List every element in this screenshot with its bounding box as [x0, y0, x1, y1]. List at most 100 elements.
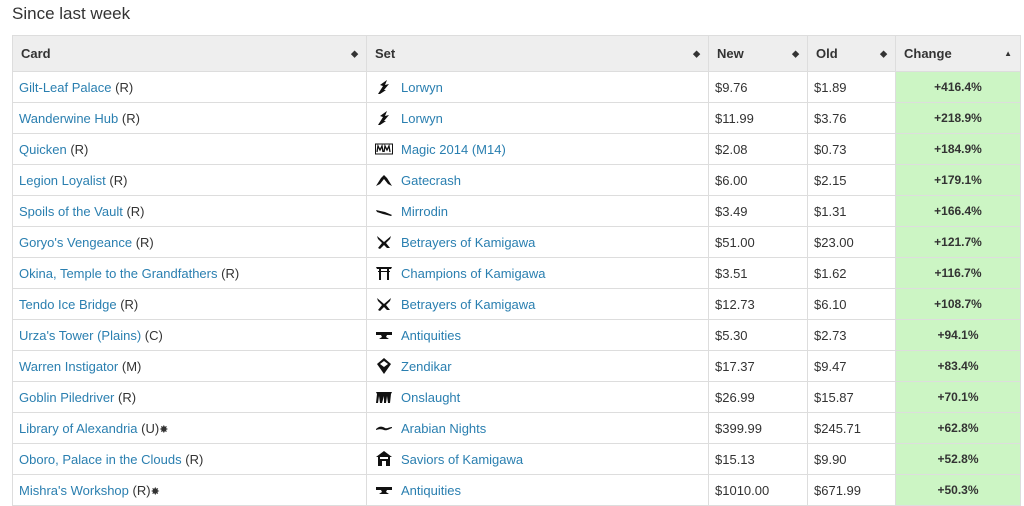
table-row: Okina, Temple to the Grandfathers (R) Ch…	[12, 257, 1021, 289]
rarity-label: (R)	[132, 482, 151, 498]
column-header-set[interactable]: Set ◆	[366, 35, 709, 72]
set-cell: Gatecrash	[366, 164, 709, 196]
change-cell: +94.1%	[895, 319, 1021, 351]
change-cell: +62.8%	[895, 412, 1021, 444]
set-link[interactable]: Zendikar	[401, 359, 452, 374]
set-link[interactable]: Lorwyn	[401, 111, 443, 126]
card-link[interactable]: Library of Alexandria	[19, 421, 138, 436]
new-price-cell: $12.73	[708, 288, 808, 320]
sort-ascending-icon: ▲	[1004, 48, 1012, 58]
column-header-label: Change	[904, 46, 952, 61]
new-price-cell: $399.99	[708, 412, 808, 444]
card-link[interactable]: Warren Instigator	[19, 359, 118, 374]
change-cell: +116.7%	[895, 257, 1021, 289]
change-cell: +70.1%	[895, 381, 1021, 413]
table-row: Goblin Piledriver (R) Onslaught $26.99 $…	[12, 381, 1021, 413]
card-link[interactable]: Legion Loyalist	[19, 173, 106, 188]
card-link[interactable]: Urza's Tower (Plains)	[19, 328, 141, 343]
rarity-label: (M)	[121, 358, 142, 374]
change-cell: +83.4%	[895, 350, 1021, 382]
set-link[interactable]: Arabian Nights	[401, 421, 486, 436]
betrayers-icon	[375, 296, 393, 312]
column-header-change[interactable]: Change ▲	[895, 35, 1021, 72]
old-price-cell: $9.47	[807, 350, 896, 382]
set-cell: Saviors of Kamigawa	[366, 443, 709, 475]
gatecrash-icon	[375, 172, 393, 188]
card-link[interactable]: Goryo's Vengeance	[19, 235, 132, 250]
card-cell: Goblin Piledriver (R)	[12, 381, 367, 413]
set-cell: Onslaught	[366, 381, 709, 413]
lorwyn-icon	[375, 110, 393, 126]
card-link[interactable]: Tendo Ice Bridge	[19, 297, 117, 312]
old-price-cell: $15.87	[807, 381, 896, 413]
lorwyn-icon	[375, 79, 393, 95]
card-link[interactable]: Goblin Piledriver	[19, 390, 114, 405]
set-link[interactable]: Betrayers of Kamigawa	[401, 297, 535, 312]
sort-icon: ◆	[693, 48, 700, 58]
card-cell: Goryo's Vengeance (R)	[12, 226, 367, 258]
column-header-card[interactable]: Card ◆	[12, 35, 367, 72]
old-price-cell: $0.73	[807, 133, 896, 165]
price-change-table: Card ◆ Set ◆ New ◆ Old ◆ Change ▲ Gilt-L	[12, 35, 1021, 506]
card-cell: Library of Alexandria (U)✸	[12, 412, 367, 444]
rarity-label: (R)	[115, 79, 134, 95]
rarity-label: (R)	[135, 234, 154, 250]
set-cell: Betrayers of Kamigawa	[366, 288, 709, 320]
set-cell: Champions of Kamigawa	[366, 257, 709, 289]
set-link[interactable]: Champions of Kamigawa	[401, 266, 546, 281]
column-header-label: New	[717, 46, 744, 61]
card-link[interactable]: Spoils of the Vault	[19, 204, 123, 219]
set-link[interactable]: Mirrodin	[401, 204, 448, 219]
card-link[interactable]: Wanderwine Hub	[19, 111, 118, 126]
column-header-old[interactable]: Old ◆	[807, 35, 896, 72]
table-row: Tendo Ice Bridge (R) Betrayers of Kamiga…	[12, 288, 1021, 320]
new-price-cell: $3.51	[708, 257, 808, 289]
set-link[interactable]: Antiquities	[401, 328, 461, 343]
new-price-cell: $51.00	[708, 226, 808, 258]
zendikar-icon	[375, 358, 393, 374]
change-cell: +416.4%	[895, 71, 1021, 103]
rarity-label: (R)	[120, 296, 139, 312]
antiquities-icon	[375, 327, 393, 343]
set-link[interactable]: Antiquities	[401, 483, 461, 498]
set-link[interactable]: Onslaught	[401, 390, 460, 405]
old-price-cell: $2.15	[807, 164, 896, 196]
card-link[interactable]: Okina, Temple to the Grandfathers	[19, 266, 217, 281]
card-cell: Gilt-Leaf Palace (R)	[12, 71, 367, 103]
new-price-cell: $6.00	[708, 164, 808, 196]
change-cell: +179.1%	[895, 164, 1021, 196]
card-link[interactable]: Quicken	[19, 142, 67, 157]
arabian-nights-icon	[375, 420, 393, 436]
set-cell: Zendikar	[366, 350, 709, 382]
set-cell: Magic 2014 (M14)	[366, 133, 709, 165]
rarity-label: (C)	[144, 327, 163, 343]
table-row: Wanderwine Hub (R) Lorwyn $11.99 $3.76 +…	[12, 102, 1021, 134]
card-link[interactable]: Gilt-Leaf Palace	[19, 80, 112, 95]
new-price-cell: $11.99	[708, 102, 808, 134]
set-link[interactable]: Saviors of Kamigawa	[401, 452, 523, 467]
set-link[interactable]: Magic 2014 (M14)	[401, 142, 506, 157]
card-link[interactable]: Oboro, Palace in the Clouds	[19, 452, 182, 467]
mirrodin-icon	[375, 203, 393, 219]
column-header-new[interactable]: New ◆	[708, 35, 808, 72]
old-price-cell: $671.99	[807, 474, 896, 506]
column-header-label: Set	[375, 46, 396, 61]
set-link[interactable]: Gatecrash	[401, 173, 461, 188]
table-row: Warren Instigator (M) Zendikar $17.37 $9…	[12, 350, 1021, 382]
set-cell: Arabian Nights	[366, 412, 709, 444]
reserved-list-icon: ✸	[159, 423, 169, 436]
change-cell: +50.3%	[895, 474, 1021, 506]
champions-icon	[375, 265, 393, 281]
sort-icon: ◆	[351, 48, 358, 58]
set-link[interactable]: Betrayers of Kamigawa	[401, 235, 535, 250]
set-cell: Antiquities	[366, 319, 709, 351]
set-link[interactable]: Lorwyn	[401, 80, 443, 95]
card-cell: Quicken (R)	[12, 133, 367, 165]
table-header-row: Card ◆ Set ◆ New ◆ Old ◆ Change ▲	[12, 35, 1021, 72]
set-cell: Mirrodin	[366, 195, 709, 227]
rarity-label: (R)	[185, 451, 204, 467]
card-cell: Spoils of the Vault (R)	[12, 195, 367, 227]
card-link[interactable]: Mishra's Workshop	[19, 483, 129, 498]
table-row: Mishra's Workshop (R)✸ Antiquities $1010…	[12, 474, 1021, 506]
new-price-cell: $5.30	[708, 319, 808, 351]
